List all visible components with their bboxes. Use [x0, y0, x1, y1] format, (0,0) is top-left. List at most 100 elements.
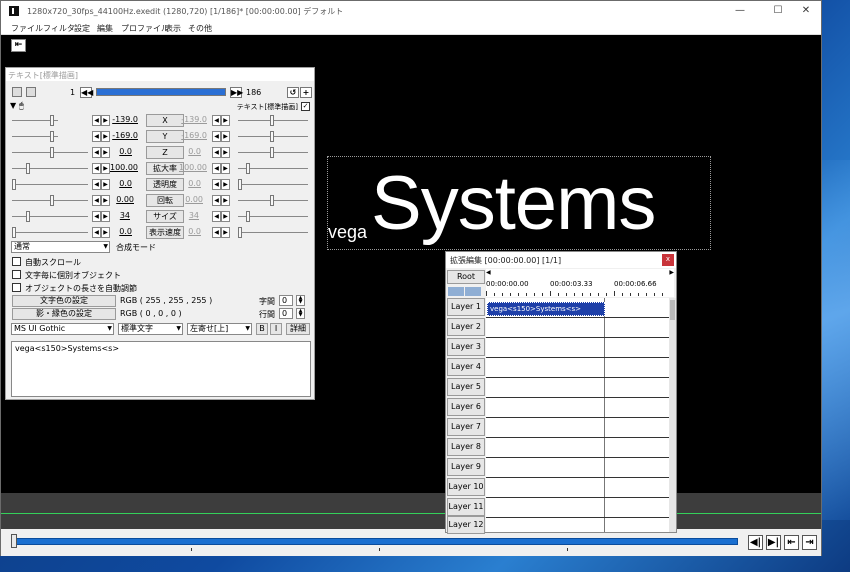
menu-file[interactable]: ファイル — [11, 23, 43, 34]
go-end-button[interactable]: ⇥ — [802, 535, 817, 550]
layer-button[interactable]: Layer 5 — [447, 378, 485, 396]
param-value-start[interactable]: 0.0 — [104, 179, 132, 188]
line-spacing-input[interactable]: 0 — [279, 308, 293, 319]
param-value-start[interactable]: 0.00 — [106, 195, 134, 204]
slider-thumb[interactable] — [50, 115, 54, 126]
layer-button[interactable]: Layer 1 — [447, 298, 485, 316]
step-arrows[interactable]: ◀ ▶ — [212, 147, 232, 158]
italic-button[interactable]: I — [270, 323, 282, 335]
text-clip[interactable]: vega<s150>Systems<s> — [487, 302, 605, 316]
layer-button[interactable]: Layer 11 — [447, 498, 485, 516]
slider-thumb[interactable] — [270, 195, 274, 206]
go-start-button[interactable]: ⇤ — [784, 535, 799, 550]
step-arrows[interactable]: ◀ ▶ — [92, 115, 112, 126]
step-arrows[interactable]: ◀ ▶ — [212, 163, 232, 174]
step-arrows[interactable]: ◀ ▶ — [212, 179, 232, 190]
close-button[interactable]: ✕ — [789, 3, 823, 19]
char-spacing-spinner[interactable]: ▲ ▼ — [296, 295, 305, 306]
font-select[interactable]: MS UI Gothic — [11, 323, 114, 335]
param-value-start[interactable]: 0.0 — [104, 147, 132, 156]
layer-track-area[interactable] — [486, 298, 669, 532]
ext-close-button[interactable]: x — [662, 254, 674, 266]
slider-thumb[interactable] — [246, 163, 250, 174]
auto-scroll-checkbox[interactable] — [12, 257, 21, 266]
play-forward-button[interactable]: ▶| — [766, 535, 781, 550]
slider-thumb[interactable] — [238, 227, 242, 238]
menu-filter[interactable]: フィルタ — [43, 23, 75, 34]
camera-icon[interactable] — [26, 87, 36, 97]
slider-thumb[interactable] — [270, 131, 274, 142]
step-arrows[interactable]: ◀ ▶ — [212, 211, 232, 222]
per-char-checkbox[interactable] — [12, 270, 21, 279]
zoom-indicator[interactable] — [448, 287, 484, 296]
param-value-start[interactable]: 100.00 — [110, 163, 138, 172]
layer-button[interactable]: Layer 12 — [447, 516, 485, 534]
time-ruler[interactable]: ◀ ▶ 00:00:00.00 00:00:03.33 00:00:06.66 — [486, 269, 674, 297]
slider-thumb[interactable] — [246, 211, 250, 222]
step-arrows[interactable]: ◀ ▶ — [212, 227, 232, 238]
slider-thumb[interactable] — [12, 227, 16, 238]
layer-button[interactable]: Layer 10 — [447, 478, 485, 496]
seek-knob[interactable] — [11, 534, 17, 548]
minimize-button[interactable]: — — [723, 3, 757, 19]
step-arrows[interactable]: ◀ ▶ — [92, 131, 112, 142]
layer-icon[interactable] — [12, 87, 22, 97]
slider-thumb[interactable] — [270, 147, 274, 158]
step-arrows[interactable]: ◀ ▶ — [212, 131, 232, 142]
param-value-start[interactable]: 34 — [102, 211, 130, 220]
param-value-start[interactable]: 0.0 — [104, 227, 132, 236]
menu-view[interactable]: 表示 — [165, 23, 181, 34]
step-arrows[interactable]: ◀ ▶ — [212, 195, 232, 206]
text-style-select[interactable]: 標準文字 — [118, 323, 183, 335]
char-spacing-input[interactable]: 0 — [279, 295, 293, 306]
slider-thumb[interactable] — [26, 163, 30, 174]
step-arrows[interactable]: ◀ ▶ — [92, 163, 112, 174]
line-spacing-spinner[interactable]: ▲ ▼ — [296, 308, 305, 319]
align-select[interactable]: 左寄せ[上] — [187, 323, 252, 335]
menu-profile[interactable]: プロファイル — [121, 23, 169, 34]
step-arrows[interactable]: ◀ ▶ — [212, 115, 232, 126]
slider-thumb[interactable] — [50, 147, 54, 158]
details-button[interactable]: 詳細 — [286, 323, 310, 335]
slider-thumb[interactable] — [238, 179, 242, 190]
add-filter-icon[interactable]: + — [300, 87, 312, 98]
scrollbar-thumb[interactable] — [670, 300, 675, 320]
auto-length-checkbox[interactable] — [12, 283, 21, 292]
ruler-scrollbar[interactable]: ◀ ▶ — [486, 269, 674, 277]
prev-frame-icon[interactable]: ◀◀ — [80, 87, 93, 98]
layer-button[interactable]: Layer 7 — [447, 418, 485, 436]
text-color-button[interactable]: 文字色の設定 — [12, 295, 116, 307]
layer-button[interactable]: Layer 6 — [447, 398, 485, 416]
shadow-color-button[interactable]: 影・縁色の設定 — [12, 308, 116, 320]
slider-thumb[interactable] — [50, 195, 54, 206]
root-button[interactable]: Root — [447, 270, 485, 284]
layer-button[interactable]: Layer 9 — [447, 458, 485, 476]
scroll-right-icon[interactable]: ▶ — [669, 269, 674, 276]
blend-mode-select[interactable]: 通常 — [11, 241, 110, 253]
layer-button[interactable]: Layer 2 — [447, 318, 485, 336]
play-back-button[interactable]: ◀| — [748, 535, 763, 550]
layer-button[interactable]: Layer 3 — [447, 338, 485, 356]
param-value-start[interactable]: -169.0 — [110, 131, 138, 140]
layer-button[interactable]: Layer 8 — [447, 438, 485, 456]
menu-other[interactable]: その他 — [188, 23, 212, 34]
bold-button[interactable]: B — [256, 323, 268, 335]
frame-slider[interactable] — [96, 88, 226, 96]
param-value-start[interactable]: -139.0 — [110, 115, 138, 124]
text-content-input[interactable]: vega<s150>Systems<s> — [11, 341, 311, 397]
back-icon[interactable]: ⇤ — [11, 39, 26, 52]
layer-button[interactable]: Layer 4 — [447, 358, 485, 376]
next-frame-icon[interactable]: ▶▶ — [230, 87, 243, 98]
slider-thumb[interactable] — [50, 131, 54, 142]
slider-thumb[interactable] — [12, 179, 16, 190]
filter-enabled-checkbox[interactable]: ✓ — [301, 102, 310, 111]
seek-bar[interactable] — [13, 538, 738, 545]
vertical-scrollbar[interactable] — [669, 298, 676, 532]
scroll-left-icon[interactable]: ◀ — [486, 269, 491, 276]
reset-icon[interactable]: ↺ — [287, 87, 299, 98]
menu-edit[interactable]: 編集 — [97, 23, 113, 34]
slider-thumb[interactable] — [26, 211, 30, 222]
collapse-icon[interactable]: ▼ — [10, 101, 16, 110]
slider-thumb[interactable] — [270, 115, 274, 126]
menu-settings[interactable]: 設定 — [74, 23, 90, 34]
